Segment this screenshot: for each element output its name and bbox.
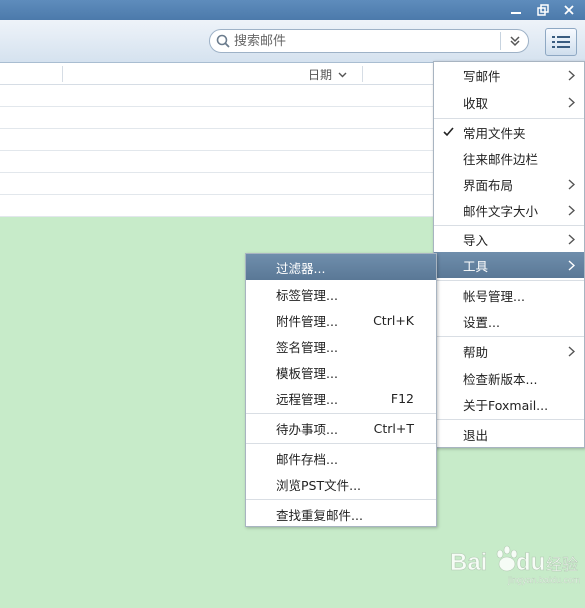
menu-item-browse-pst[interactable]: 浏览PST文件... — [246, 471, 436, 497]
restore-button[interactable] — [532, 0, 554, 20]
menu-item-compose[interactable]: 写邮件 — [434, 62, 584, 88]
menu-separator — [246, 443, 436, 444]
menu-item-attachment-management[interactable]: 附件管理... Ctrl+K — [246, 307, 436, 333]
menu-item-account-management[interactable]: 帐号管理... — [434, 282, 584, 308]
search-options-button[interactable] — [503, 31, 527, 51]
column-divider[interactable] — [62, 66, 63, 82]
menu-item-tag-management[interactable]: 标签管理... — [246, 281, 436, 307]
checkmark-icon — [442, 126, 454, 138]
menu-item-template-management[interactable]: 模板管理... — [246, 359, 436, 385]
menu-item-about[interactable]: 关于Foxmail... — [434, 391, 584, 417]
chevron-down-icon — [338, 72, 347, 77]
search-input[interactable] — [234, 31, 494, 51]
menu-item-receive[interactable]: 收取 — [434, 89, 584, 115]
title-bar — [0, 0, 585, 20]
menu-separator — [434, 280, 584, 281]
list-menu-icon — [552, 36, 570, 48]
search-box — [209, 29, 529, 53]
chevron-right-icon — [566, 69, 576, 81]
menu-item-filters[interactable]: 过滤器... — [246, 254, 436, 280]
menu-separator — [246, 413, 436, 414]
double-chevron-down-icon — [510, 36, 520, 47]
svg-text:du: du — [516, 549, 545, 576]
menu-separator — [246, 499, 436, 500]
menu-item-font-size[interactable]: 邮件文字大小 — [434, 197, 584, 223]
date-column-label: 日期 — [308, 67, 333, 82]
close-icon — [564, 5, 574, 15]
search-divider — [500, 32, 501, 50]
menu-item-check-update[interactable]: 检查新版本... — [434, 365, 584, 391]
svg-text:经验: 经验 — [546, 555, 578, 574]
menu-item-settings[interactable]: 设置... — [434, 308, 584, 334]
menu-item-signature-management[interactable]: 签名管理... — [246, 333, 436, 359]
chevron-right-icon — [566, 345, 576, 357]
tools-submenu: 过滤器... 标签管理... 附件管理... Ctrl+K 签名管理... 模板… — [245, 253, 437, 527]
menu-item-remote-management[interactable]: 远程管理... F12 — [246, 385, 436, 411]
minimize-icon — [511, 12, 521, 14]
svg-text:jingyan.baidu.com: jingyan.baidu.com — [507, 575, 580, 585]
menu-separator — [434, 336, 584, 337]
watermark-logo: Bai du 经验 jingyan.baidu.com — [450, 542, 581, 586]
main-menu: 写邮件 收取 常用文件夹 往来邮件边栏 界面布局 邮件文字大小 导入 工具 帐号… — [433, 61, 585, 448]
menu-item-mail-archive[interactable]: 邮件存档... — [246, 445, 436, 471]
menu-item-layout[interactable]: 界面布局 — [434, 171, 584, 197]
menu-separator — [434, 419, 584, 420]
close-button[interactable] — [558, 0, 580, 20]
chevron-right-icon — [566, 178, 576, 190]
restore-icon — [537, 4, 549, 16]
chevron-right-icon — [566, 259, 576, 271]
chevron-right-icon — [566, 204, 576, 216]
chevron-right-icon — [566, 96, 576, 108]
column-divider[interactable] — [362, 66, 363, 82]
baidu-paw-icon: Bai du 经验 jingyan.baidu.com — [450, 545, 581, 585]
search-icon — [212, 30, 234, 52]
menu-item-contacts-sidebar[interactable]: 往来邮件边栏 — [434, 145, 584, 171]
menu-item-tools[interactable]: 工具 — [434, 252, 584, 278]
svg-text:Bai: Bai — [450, 549, 487, 576]
menu-item-todo[interactable]: 待办事项... Ctrl+T — [246, 415, 436, 441]
minimize-button[interactable] — [505, 0, 527, 20]
menu-item-import[interactable]: 导入 — [434, 226, 584, 252]
main-menu-button[interactable] — [545, 28, 577, 56]
chevron-right-icon — [566, 233, 576, 245]
toolbar — [0, 20, 585, 63]
menu-item-find-duplicates[interactable]: 查找重复邮件... — [246, 501, 436, 527]
menu-item-exit[interactable]: 退出 — [434, 421, 584, 447]
date-column-header[interactable]: 日期 — [308, 66, 347, 82]
menu-item-common-folders[interactable]: 常用文件夹 — [434, 119, 584, 145]
menu-item-help[interactable]: 帮助 — [434, 338, 584, 364]
